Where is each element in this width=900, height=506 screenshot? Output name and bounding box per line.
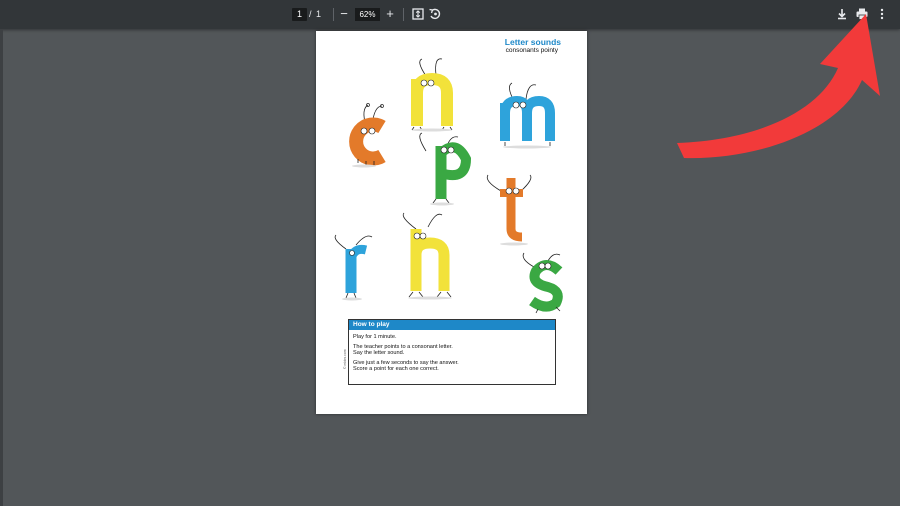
red-arrow-annotation xyxy=(677,14,880,159)
